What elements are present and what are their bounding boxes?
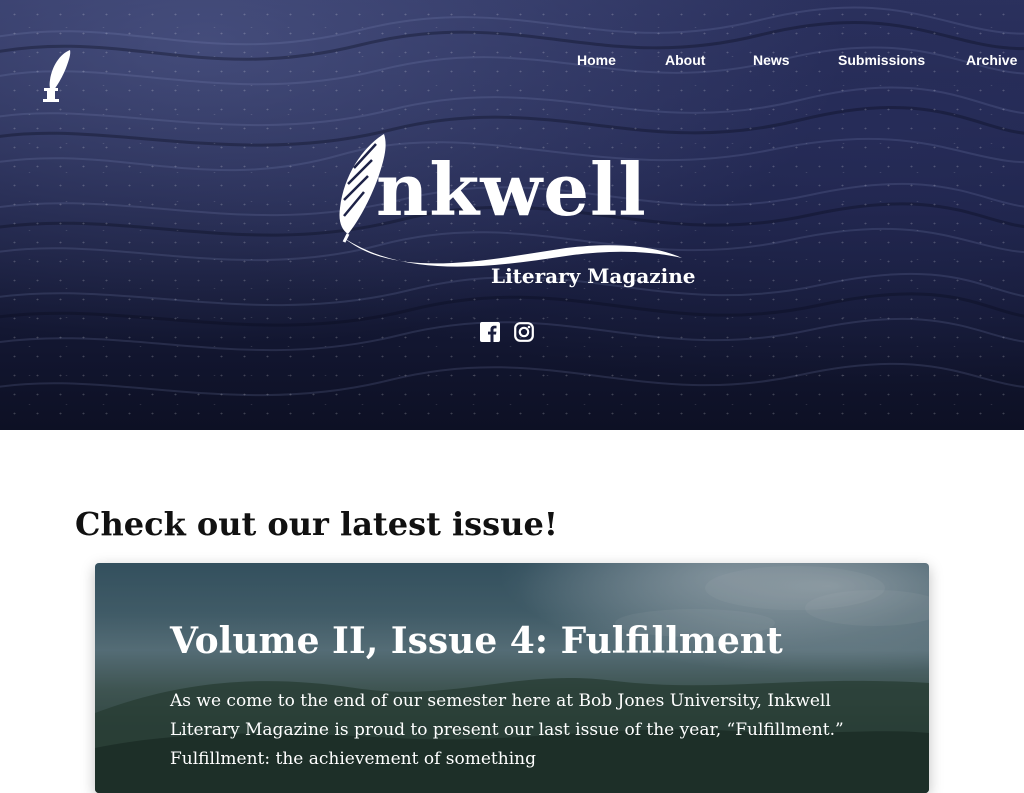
inkwell-brand-logo: nkwell Literary Magazine [336,130,696,296]
main-navigation: Home About News Submissions Archive [555,50,1024,72]
nav-home-link[interactable]: Home [577,50,616,70]
facebook-icon[interactable] [480,321,500,343]
latest-issue-heading: Check out our latest issue! [75,505,558,543]
instagram-icon[interactable] [514,321,534,343]
issue-description: As we come to the end of our semester he… [170,691,844,769]
nav-about-link[interactable]: About [665,50,705,70]
nav-submissions-link[interactable]: Submissions [838,50,925,70]
brand-wordmark: nkwell [376,147,647,232]
nav-news-link[interactable]: News [753,50,790,70]
nav-archive-link[interactable]: Archive [966,50,1017,70]
latest-issue-card[interactable]: Volume II, Issue 4: Fulfillment As we co… [95,563,929,793]
brand-subtitle: Literary Magazine [491,264,696,288]
quill-logo-icon[interactable] [40,48,74,104]
issue-title[interactable]: Volume II, Issue 4: Fulfillment [170,617,783,665]
hero-banner: Home About News Submissions Archive nkwe… [0,0,1024,430]
